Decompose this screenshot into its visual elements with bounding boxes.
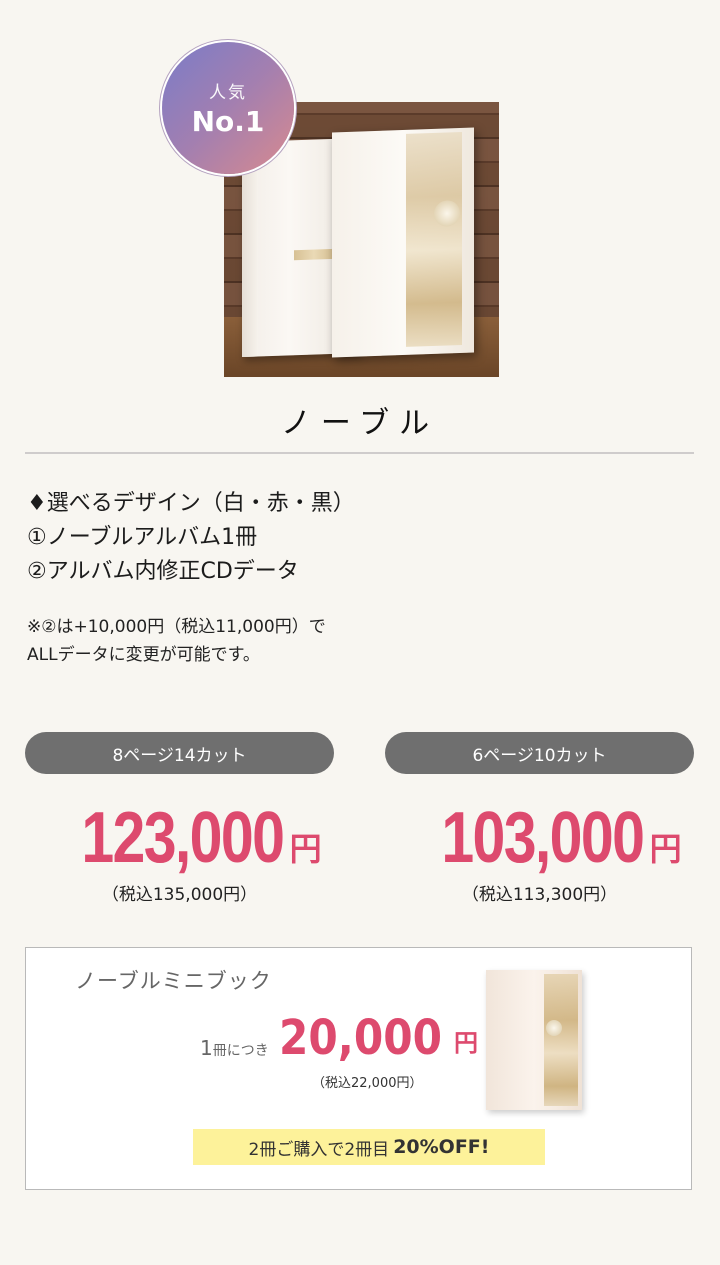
promo-discount: 20%OFF! (393, 1136, 490, 1158)
minibook-image (486, 970, 582, 1110)
feature-list: ♦選べるデザイン（白・赤・黒） ①ノーブルアルバム1冊 ②アルバム内修正CDデー… (27, 487, 355, 589)
album-gold-image (332, 127, 474, 358)
note-text: ※②は+10,000円（税込11,000円）で ALLデータに変更が可能です。 (27, 613, 326, 669)
promo-banner: 2冊ご購入で2冊目 20%OFF! (193, 1129, 545, 1165)
minibook-tax: （税込22,000円） (312, 1076, 423, 1091)
yen-unit: 円 (289, 830, 322, 868)
feature-item: ②アルバム内修正CDデータ (27, 559, 299, 584)
product-title: ノーブル (280, 406, 440, 441)
note-line: ※②は+10,000円（税込11,000円）で (27, 617, 326, 637)
minibook-price-value: 20,000 (278, 1010, 442, 1066)
plan-price-8page: 123,000 円 （税込135,000円） (25, 800, 334, 905)
badge-label: 人気 (209, 83, 247, 103)
minibook-per-unit: 1冊につき (200, 1036, 269, 1060)
price-value: 103,000 (441, 798, 646, 878)
yen-unit: 円 (649, 830, 682, 868)
promo-text: 2冊ご購入で2冊目 (248, 1139, 390, 1160)
minibook-title: ノーブルミニブック (75, 969, 272, 993)
minibook-price: 1冊につき 20,000 円 (200, 1012, 478, 1064)
feature-item: ①ノーブルアルバム1冊 (27, 525, 258, 550)
plan-label-6page: 6ページ10カット (385, 732, 694, 774)
feature-item: ♦選べるデザイン（白・赤・黒） (27, 491, 355, 516)
divider (25, 452, 694, 454)
yen-unit: 円 (453, 1029, 478, 1057)
badge-rank: No.1 (191, 105, 265, 138)
price-tax: （税込113,300円） (461, 885, 618, 905)
popularity-badge: 人気 No.1 (162, 42, 294, 174)
plan-price-6page: 103,000 円 （税込113,300円） (385, 800, 694, 905)
price-value: 123,000 (81, 798, 286, 878)
note-line: ALLデータに変更が可能です。 (27, 645, 260, 665)
price-tax: （税込135,000円） (101, 885, 258, 905)
plan-label-8page: 8ページ14カット (25, 732, 334, 774)
